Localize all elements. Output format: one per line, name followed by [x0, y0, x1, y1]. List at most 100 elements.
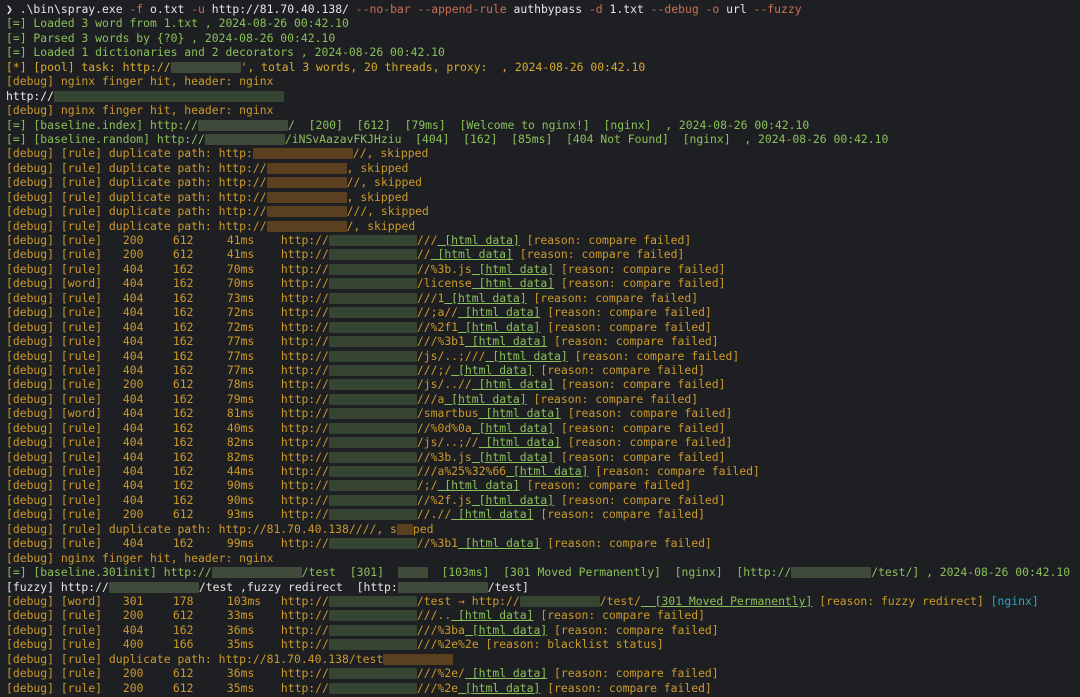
row-time: 99ms [226, 536, 255, 551]
row-reason: [reason: compare failed] [554, 492, 726, 507]
row-reason: [reason: compare failed] [567, 348, 740, 363]
debug-text: [debug] [rule] duplicate path: http:// [6, 175, 267, 190]
debug-line: [debug] nginx finger hit, header: nginx [6, 551, 1074, 565]
row-time: 72ms [226, 305, 255, 320]
row-time: 81ms [226, 406, 255, 421]
result-row: [debug] [rule] 404 162 82ms http:////%3b.js … [6, 450, 1074, 464]
command-flag: -d [588, 2, 603, 16]
row-reason: [reason: compare failed] [554, 449, 726, 464]
row-reason: [reason: compare failed] [554, 377, 726, 392]
info-line: [=] Parsed 3 words by {?0} , 2024-08-26 … [6, 31, 1074, 45]
row-data: [html data] [437, 233, 520, 247]
row-status-code: 404 [122, 536, 144, 551]
redaction-mask [266, 191, 347, 203]
row-debug-label: [debug] [6, 362, 61, 377]
row-debug-label: [debug] [6, 305, 61, 320]
row-url-prefix: http:// [280, 622, 329, 637]
result-row: [debug] [rule] 404 162 40ms http:////%0d%0a … [6, 421, 1074, 435]
duplicate-path-line: [debug] [rule] duplicate path: http:// , … [6, 190, 1074, 204]
command-flag: -u [191, 2, 205, 16]
result-row: [debug] [rule] 200 612 33ms http:// ///.. [ht… [6, 608, 1074, 622]
redaction-mask [108, 581, 199, 593]
row-path: // [416, 247, 431, 262]
row-path: //%2f.js [416, 492, 472, 507]
row-data: [html data] [430, 247, 513, 262]
baseline-301-line: [=] [baseline.301init] http:// /test [301… [6, 565, 1074, 579]
row-url-prefix: http:// [280, 247, 329, 262]
redaction-mask [328, 610, 417, 622]
redaction-mask [383, 653, 454, 665]
result-row: [debug] [word] 301 178 103ms http:// /test → … [6, 594, 1074, 608]
row-debug-label: [debug] [6, 449, 61, 464]
row-time: 41ms [226, 247, 255, 262]
row-status-code: 404 [122, 290, 144, 305]
row-url-prefix: http:// [280, 492, 329, 507]
row-data: [html data] [458, 305, 541, 320]
redaction-mask [328, 307, 417, 319]
redaction-mask [328, 494, 417, 506]
redaction-mask [204, 133, 285, 145]
row-tag: [rule] [60, 319, 103, 334]
info-text: [=] [baseline.301init] http:// [6, 565, 212, 580]
row-debug-label: [debug] [6, 233, 61, 247]
row-size: 162 [172, 464, 194, 478]
redaction-mask [328, 321, 417, 333]
duplicate-path-line: [debug] [rule] duplicate path: http://81… [6, 522, 1074, 536]
result-row: [debug] [rule] 404 162 72ms http:// //;a// [h… [6, 305, 1074, 319]
command-flag: --debug -o [650, 2, 720, 16]
row-tag: [rule] [60, 680, 103, 695]
duplicate-path-line: [debug] [rule] duplicate path: http:// , … [6, 161, 1074, 175]
row-reason: [reason: compare failed] [533, 608, 705, 623]
debug-text: [debug] [rule] duplicate path: http://81… [6, 521, 397, 536]
row-path: ///1 [416, 290, 445, 305]
result-row: [debug] [rule] 404 162 73ms http:// ///1 [htm… [6, 291, 1074, 305]
info-text: [=] [baseline.index] http:// [6, 117, 199, 132]
result-row: [debug] [rule] 200 612 78ms http:///js/..// … [6, 377, 1074, 391]
row-url-prefix: http:// [280, 680, 329, 695]
row-tag: [word] [60, 406, 103, 421]
row-tag: [rule] [60, 536, 103, 551]
row-path: //%3b.js [416, 261, 472, 276]
result-row: [debug] [rule] 404 162 44ms http:// ///a%25%3… [6, 464, 1074, 478]
row-tag: [rule] [60, 290, 103, 305]
debug-text: ///, skipped [346, 204, 429, 219]
row-url-prefix: http:// [280, 666, 329, 681]
fuzzy-text: /test ,fuzzy redirect [http: [198, 579, 398, 594]
command-arg: url [719, 2, 754, 16]
result-row: [debug] [rule] 404 162 90ms http:// /;/ [html… [6, 478, 1074, 492]
command-flag: --fuzzy [753, 2, 802, 16]
row-path: //%3b.js [416, 449, 472, 464]
redaction-mask [328, 538, 417, 550]
info-text: /iNSvAazavFKJHziu [404] [162] [85ms] [40… [284, 131, 889, 146]
row-tag: [rule] [60, 435, 103, 450]
redaction-mask [396, 523, 413, 535]
row-size: 162 [172, 435, 194, 450]
row-url-prefix: http:// [280, 449, 329, 464]
row-tag: [rule] [60, 666, 103, 681]
fuzzy-text: [fuzzy] http:// [6, 579, 109, 594]
row-size: 162 [172, 492, 194, 507]
row-size: 162 [172, 478, 194, 493]
row-time: 82ms [226, 435, 255, 450]
row-url-prefix: http:// [280, 377, 329, 392]
terminal[interactable]: ❯ .\bin\spray.exe -f o.txt -u http://81.… [0, 0, 1080, 697]
debug-line: [debug] nginx finger hit, header: nginx [6, 74, 1074, 88]
info-line: [=] Loaded 3 word from 1.txt , 2024-08-2… [6, 16, 1074, 30]
row-reason: [reason: compare failed] [560, 435, 733, 450]
debug-text: , skipped [346, 189, 409, 204]
row-data: [html data] [458, 319, 541, 334]
row-size: 612 [172, 680, 194, 695]
command-prompt: ❯ .\bin\spray.exe -f o.txt -u http://81.… [6, 2, 1074, 16]
row-reason: [reason: compare failed] [540, 319, 712, 334]
row-tag: [rule] [60, 449, 103, 464]
redaction-mask [328, 263, 417, 275]
redaction-mask [211, 567, 302, 579]
row-status-code: 404 [122, 435, 144, 450]
redaction-mask [328, 451, 417, 463]
row-debug-label: [debug] [6, 680, 61, 695]
redaction-mask [266, 206, 347, 218]
url-text: http:// [6, 88, 55, 103]
row-debug-label: [debug] [6, 593, 61, 608]
row-reason: [reason: fuzzy redirect] [812, 593, 984, 608]
row-path: /;/ [416, 478, 438, 493]
